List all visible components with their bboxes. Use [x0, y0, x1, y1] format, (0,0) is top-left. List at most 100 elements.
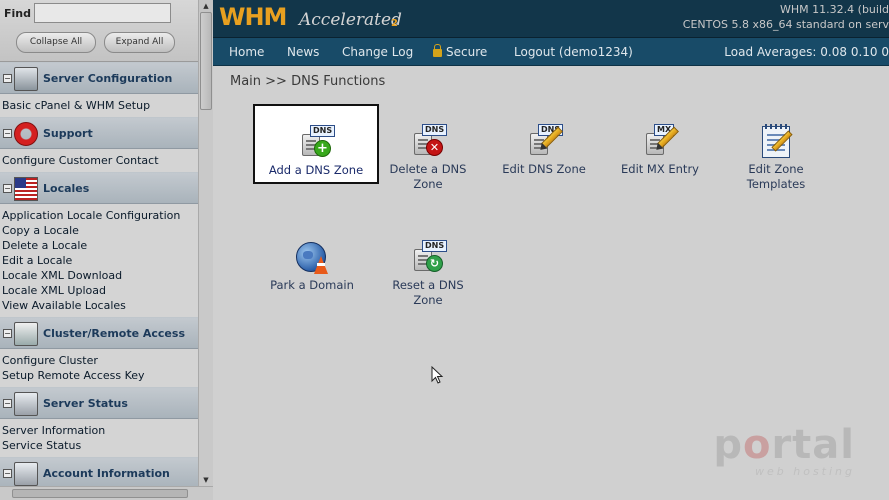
tile-label-line-2: Zone [413, 293, 443, 307]
sidebar-item-delete-locale[interactable]: Delete a Locale [2, 238, 198, 253]
delete-badge-icon: ✕ [426, 139, 443, 156]
sidebar-horizontal-scrollbar[interactable] [0, 486, 213, 500]
collapse-toggle-icon[interactable]: − [3, 184, 12, 193]
sidebar-item-copy-locale[interactable]: Copy a Locale [2, 223, 198, 238]
account-info-icon [14, 462, 38, 486]
main-content: WHM Accelerated 2 WHM 11.32.4 (build CEN… [213, 0, 889, 500]
sidebar-item-customer-contact[interactable]: Configure Customer Contact [2, 153, 198, 168]
scroll-thumb[interactable] [200, 12, 212, 110]
section-support[interactable]: − Support [0, 117, 198, 149]
section-title: Account Information [43, 467, 170, 480]
logo-number: 2 [391, 18, 398, 29]
dns-tag: DNS [422, 124, 448, 136]
top-nav: Home News Change Log Secure Logout (demo… [213, 38, 889, 66]
sidebar-item-configure-cluster[interactable]: Configure Cluster [2, 353, 198, 368]
edit-zone-templates-tile[interactable]: Edit Zone Templates [716, 124, 836, 192]
park-domain-tile[interactable]: Park a Domain [252, 240, 372, 293]
collapse-toggle-icon[interactable]: − [3, 129, 12, 138]
section-title: Support [43, 127, 93, 140]
sidebar: Find Collapse All Expand All − Server Co… [0, 0, 213, 500]
add-dns-zone-tile[interactable]: DNS + Add a DNS Zone [253, 104, 379, 184]
sidebar-item-locale-xml-download[interactable]: Locale XML Download [2, 268, 198, 283]
expand-all-button[interactable]: Expand All [104, 32, 175, 53]
reset-badge-icon: ↻ [426, 255, 443, 272]
collapse-toggle-icon[interactable]: − [3, 399, 12, 408]
collapse-toggle-icon[interactable]: − [3, 469, 12, 478]
tile-label-line-1: Reset a DNS [392, 278, 464, 292]
tile-label-line-2: Zone [413, 177, 443, 191]
scroll-up-arrow-icon[interactable]: ▲ [199, 0, 213, 12]
section-title: Server Configuration [43, 72, 173, 85]
cluster-icon [14, 322, 38, 346]
delete-dns-zone-icon: DNS ✕ [410, 124, 448, 160]
tile-label-line-2: Templates [746, 177, 806, 191]
edit-dns-zone-icon: DNS [526, 124, 564, 160]
tile-label: Add a DNS Zone [268, 163, 364, 177]
collapse-toggle-icon[interactable]: − [3, 329, 12, 338]
nav-logout[interactable]: Logout (demo1234) [514, 45, 633, 59]
edit-mx-entry-tile[interactable]: MX Edit MX Entry [600, 124, 720, 177]
section-account-information[interactable]: − Account Information [0, 457, 198, 489]
nav-secure[interactable]: Secure [433, 44, 488, 59]
tile-label: Park a Domain [270, 278, 354, 292]
sidebar-item-service-status[interactable]: Service Status [2, 438, 198, 453]
server-config-icon [14, 67, 38, 91]
breadcrumb: Main >> DNS Functions [230, 74, 386, 89]
edit-mx-entry-icon: MX [642, 124, 679, 160]
nav-home[interactable]: Home [229, 45, 264, 59]
nav-secure-label: Secure [446, 45, 488, 59]
park-domain-icon [294, 240, 330, 276]
section-cluster-remote-access[interactable]: − Cluster/Remote Access [0, 317, 198, 349]
sidebar-menu: − Server Configuration Basic cPanel & WH… [0, 62, 198, 489]
delete-dns-zone-tile[interactable]: DNS ✕ Delete a DNS Zone [368, 124, 488, 192]
watermark-o: o [742, 422, 772, 468]
section-locales[interactable]: − Locales [0, 172, 198, 204]
header: WHM Accelerated 2 WHM 11.32.4 (build CEN… [213, 0, 889, 38]
dns-tag: DNS [310, 125, 336, 137]
add-dns-zone-icon: DNS + [298, 125, 336, 161]
nav-news[interactable]: News [287, 45, 319, 59]
section-items: Configure Cluster Setup Remote Access Ke… [0, 349, 198, 387]
hscroll-thumb[interactable] [12, 489, 188, 498]
scroll-down-arrow-icon[interactable]: ▼ [199, 474, 213, 486]
version-line-2: CENTOS 5.8 x86_64 standard on serv [682, 18, 889, 31]
watermark-logo: portal web hosting [713, 425, 855, 478]
sidebar-item-basic-setup[interactable]: Basic cPanel & WHM Setup [2, 98, 198, 113]
dns-tag: DNS [422, 240, 448, 252]
reset-dns-zone-icon: DNS ↻ [410, 240, 448, 276]
sidebar-item-remote-access-key[interactable]: Setup Remote Access Key [2, 368, 198, 383]
version-line-1: WHM 11.32.4 (build [780, 3, 889, 16]
section-items: Configure Customer Contact [0, 149, 198, 172]
section-server-configuration[interactable]: − Server Configuration [0, 62, 198, 94]
tile-label: Edit MX Entry [621, 162, 699, 176]
section-server-status[interactable]: − Server Status [0, 387, 198, 419]
sidebar-item-server-info[interactable]: Server Information [2, 423, 198, 438]
sidebar-item-view-locales[interactable]: View Available Locales [2, 298, 198, 313]
collapse-all-button[interactable]: Collapse All [16, 32, 96, 53]
edit-zone-templates-icon [758, 124, 794, 160]
sidebar-item-edit-locale[interactable]: Edit a Locale [2, 253, 198, 268]
watermark-part-1: p [713, 422, 743, 468]
section-items: Application Locale Configuration Copy a … [0, 204, 198, 317]
tile-label: Edit DNS Zone [502, 162, 586, 176]
collapse-toggle-icon[interactable]: − [3, 74, 12, 83]
find-label: Find [4, 7, 31, 20]
lock-icon [433, 44, 442, 57]
reset-dns-zone-tile[interactable]: DNS ↻ Reset a DNS Zone [368, 240, 488, 308]
sidebar-item-locale-config[interactable]: Application Locale Configuration [2, 208, 198, 223]
mouse-cursor-icon [431, 366, 444, 384]
watermark-main: portal [713, 425, 855, 465]
server-status-icon [14, 392, 38, 416]
load-averages: Load Averages: 0.08 0.10 0 [724, 45, 889, 59]
find-input[interactable] [34, 3, 171, 23]
section-items: Basic cPanel & WHM Setup [0, 94, 198, 117]
logo-whm: WHM [219, 3, 287, 31]
section-title: Cluster/Remote Access [43, 327, 185, 340]
edit-dns-zone-tile[interactable]: DNS Edit DNS Zone [484, 124, 604, 177]
section-title: Locales [43, 182, 90, 195]
sidebar-vertical-scrollbar[interactable]: ▲ ▼ [198, 0, 213, 500]
sidebar-item-locale-xml-upload[interactable]: Locale XML Upload [2, 283, 198, 298]
flag-icon [14, 177, 38, 201]
nav-changelog[interactable]: Change Log [342, 45, 413, 59]
section-items: Server Information Service Status [0, 419, 198, 457]
